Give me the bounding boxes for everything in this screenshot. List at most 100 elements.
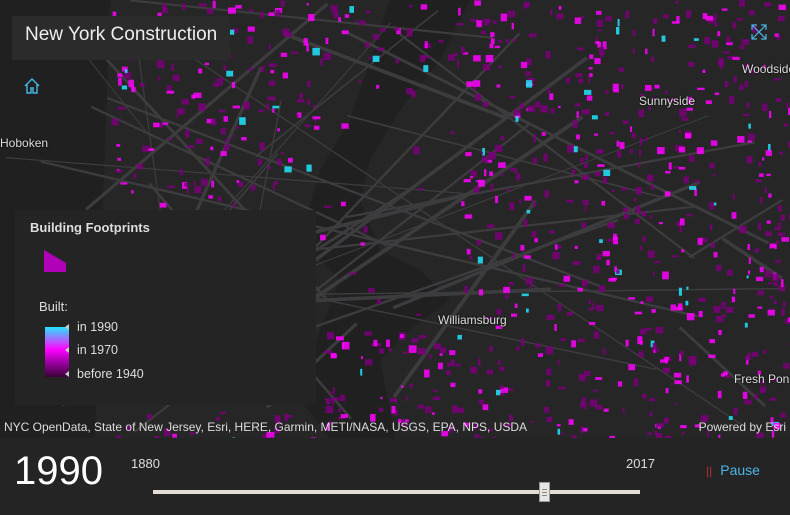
building-footprint bbox=[490, 38, 495, 45]
building-footprint bbox=[595, 377, 603, 380]
building-footprint bbox=[696, 147, 704, 155]
building-footprint bbox=[509, 96, 516, 99]
building-footprint bbox=[607, 222, 615, 229]
building-footprint bbox=[775, 240, 779, 245]
building-footprint bbox=[270, 69, 275, 74]
building-footprint bbox=[777, 232, 785, 237]
building-footprint bbox=[628, 364, 636, 371]
building-footprint bbox=[654, 84, 660, 89]
building-footprint bbox=[417, 404, 424, 409]
building-footprint bbox=[577, 287, 583, 292]
building-footprint bbox=[291, 51, 299, 55]
building-footprint bbox=[763, 2, 772, 7]
building-footprint bbox=[632, 29, 636, 36]
building-footprint bbox=[593, 265, 600, 274]
building-footprint bbox=[463, 179, 471, 183]
building-footprint bbox=[248, 67, 253, 71]
building-footprint bbox=[480, 151, 483, 155]
building-footprint bbox=[529, 285, 533, 289]
home-icon bbox=[24, 78, 40, 94]
building-footprint bbox=[781, 308, 785, 316]
building-footprint bbox=[458, 7, 461, 16]
building-footprint bbox=[678, 146, 686, 153]
building-footprint bbox=[504, 294, 509, 299]
building-footprint bbox=[634, 218, 640, 224]
building-footprint bbox=[550, 108, 555, 114]
building-footprint bbox=[275, 9, 281, 17]
time-slider-track[interactable] bbox=[153, 490, 640, 494]
building-footprint bbox=[595, 41, 600, 45]
building-footprint bbox=[632, 48, 635, 54]
building-footprint bbox=[505, 39, 509, 43]
building-footprint bbox=[642, 236, 646, 242]
building-footprint bbox=[579, 378, 586, 382]
building-footprint bbox=[210, 146, 214, 151]
building-footprint bbox=[674, 380, 682, 385]
building-footprint bbox=[210, 119, 217, 126]
building-footprint bbox=[423, 369, 430, 378]
building-footprint bbox=[284, 166, 292, 173]
building-footprint bbox=[675, 0, 679, 4]
building-footprint bbox=[561, 432, 564, 435]
building-footprint bbox=[748, 123, 751, 129]
building-footprint bbox=[664, 435, 672, 438]
building-footprint bbox=[710, 242, 715, 249]
building-footprint bbox=[686, 286, 689, 290]
building-footprint bbox=[137, 163, 143, 170]
building-footprint bbox=[452, 405, 458, 413]
building-footprint bbox=[257, 158, 263, 166]
building-footprint bbox=[567, 144, 574, 153]
slider-max-label: 2017 bbox=[626, 456, 655, 471]
building-footprint bbox=[307, 80, 311, 87]
road bbox=[678, 326, 766, 408]
attribution-text[interactable]: NYC OpenData, State of New Jersey, Esri,… bbox=[4, 417, 527, 438]
building-footprint bbox=[680, 425, 687, 429]
time-slider-thumb[interactable] bbox=[539, 482, 551, 502]
building-footprint bbox=[565, 77, 571, 84]
building-footprint bbox=[215, 79, 219, 82]
building-footprint bbox=[586, 95, 593, 101]
building-footprint bbox=[652, 342, 657, 350]
building-footprint bbox=[593, 331, 599, 339]
building-footprint bbox=[376, 84, 380, 89]
fullscreen-button[interactable] bbox=[745, 18, 773, 46]
building-footprint bbox=[623, 207, 629, 212]
building-footprint bbox=[456, 22, 464, 26]
building-footprint bbox=[198, 3, 207, 7]
road bbox=[399, 33, 695, 260]
building-footprint bbox=[777, 15, 785, 22]
building-footprint bbox=[714, 92, 720, 96]
building-footprint bbox=[596, 304, 604, 312]
building-footprint bbox=[115, 170, 123, 173]
building-footprint bbox=[405, 396, 408, 401]
building-footprint bbox=[621, 187, 628, 191]
building-footprint bbox=[574, 245, 578, 249]
building-footprint bbox=[516, 346, 520, 351]
building-footprint bbox=[372, 55, 380, 62]
building-footprint bbox=[498, 65, 502, 68]
building-footprint bbox=[679, 218, 685, 226]
building-footprint bbox=[445, 370, 451, 376]
building-footprint bbox=[118, 78, 122, 86]
building-footprint bbox=[133, 173, 137, 179]
building-footprint bbox=[780, 214, 785, 221]
map-label-williamsburg: Williamsburg bbox=[438, 313, 507, 327]
building-footprint bbox=[649, 411, 653, 417]
building-footprint bbox=[662, 271, 669, 280]
pause-button[interactable]: || Pause bbox=[706, 462, 760, 478]
building-footprint bbox=[642, 393, 647, 399]
building-footprint bbox=[579, 157, 584, 163]
home-button[interactable] bbox=[16, 70, 48, 102]
building-footprint bbox=[744, 322, 748, 328]
building-footprint bbox=[259, 142, 265, 151]
building-footprint bbox=[205, 157, 210, 166]
building-footprint bbox=[268, 44, 272, 50]
building-footprint bbox=[568, 419, 574, 425]
powered-by-esri[interactable]: Powered by Esri bbox=[699, 417, 786, 438]
building-footprint bbox=[559, 338, 566, 341]
building-footprint bbox=[574, 103, 581, 107]
building-footprint bbox=[556, 424, 561, 427]
building-footprint bbox=[376, 299, 382, 305]
building-footprint bbox=[513, 109, 521, 116]
building-footprint bbox=[675, 306, 683, 311]
